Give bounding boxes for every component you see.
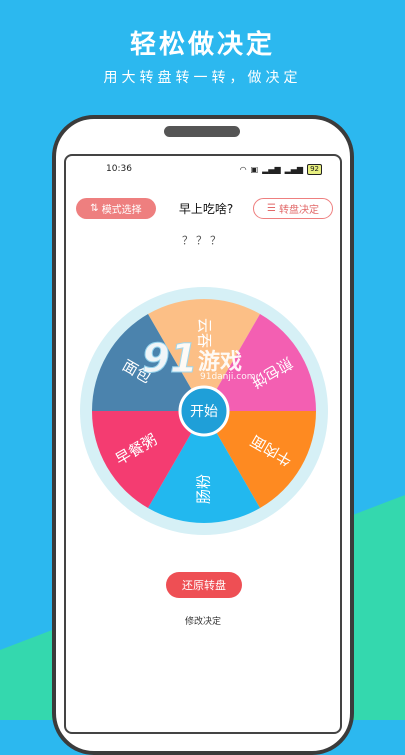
headline-title: 轻松做决定: [129, 30, 275, 60]
phone-speaker: [164, 126, 240, 137]
page-title: 早上吃啥?: [178, 202, 234, 216]
signal-icon: ▂▄▆: [262, 165, 281, 174]
spin-wheel[interactable]: 云吞煎包饼牛肉面肠粉早餐粥面包开始: [78, 285, 330, 537]
mode-select-label: 模式选择: [101, 205, 142, 216]
result-text: ？？？: [182, 234, 224, 247]
wheel-decide-button[interactable]: ☰ 转盘决定: [253, 198, 333, 219]
battery-icon: 92: [307, 164, 322, 175]
modify-decision-link[interactable]: 修改决定: [66, 614, 340, 627]
watermark-logo: 91 游戏 91danji.com: [142, 336, 256, 392]
status-bar: 10:36 ◠ ▣ ▂▄▆ ▂▄▆ 92: [66, 156, 340, 184]
reset-wheel-button[interactable]: 还原转盘: [166, 572, 242, 598]
list-icon: ☰: [267, 203, 276, 214]
status-time: 10:36: [106, 164, 132, 174]
start-button-label: 开始: [190, 404, 218, 420]
signal-icon-2: ▂▄▆: [284, 165, 304, 174]
wheel-decide-label: 转盘决定: [278, 205, 319, 216]
mode-select-button[interactable]: ⇅ 模式选择: [76, 198, 156, 219]
watermark-url: 91danji.com: [200, 372, 256, 382]
swap-icon: ⇅: [90, 203, 99, 214]
headline-subtitle: 用大转盘转一转，做决定: [103, 70, 302, 86]
watermark-number: 91: [142, 336, 199, 383]
hd-icon: ▣: [250, 165, 259, 174]
app-screen: 10:36 ◠ ▣ ▂▄▆ ▂▄▆ 92 ⇅ 模式选择 早上吃啥? ☰ 转盘决定…: [64, 154, 342, 734]
wheel-segment-label: 肠粉: [195, 474, 213, 504]
wifi-icon: ◠: [239, 165, 247, 174]
status-icons: ◠ ▣ ▂▄▆ ▂▄▆ 92: [240, 164, 322, 175]
